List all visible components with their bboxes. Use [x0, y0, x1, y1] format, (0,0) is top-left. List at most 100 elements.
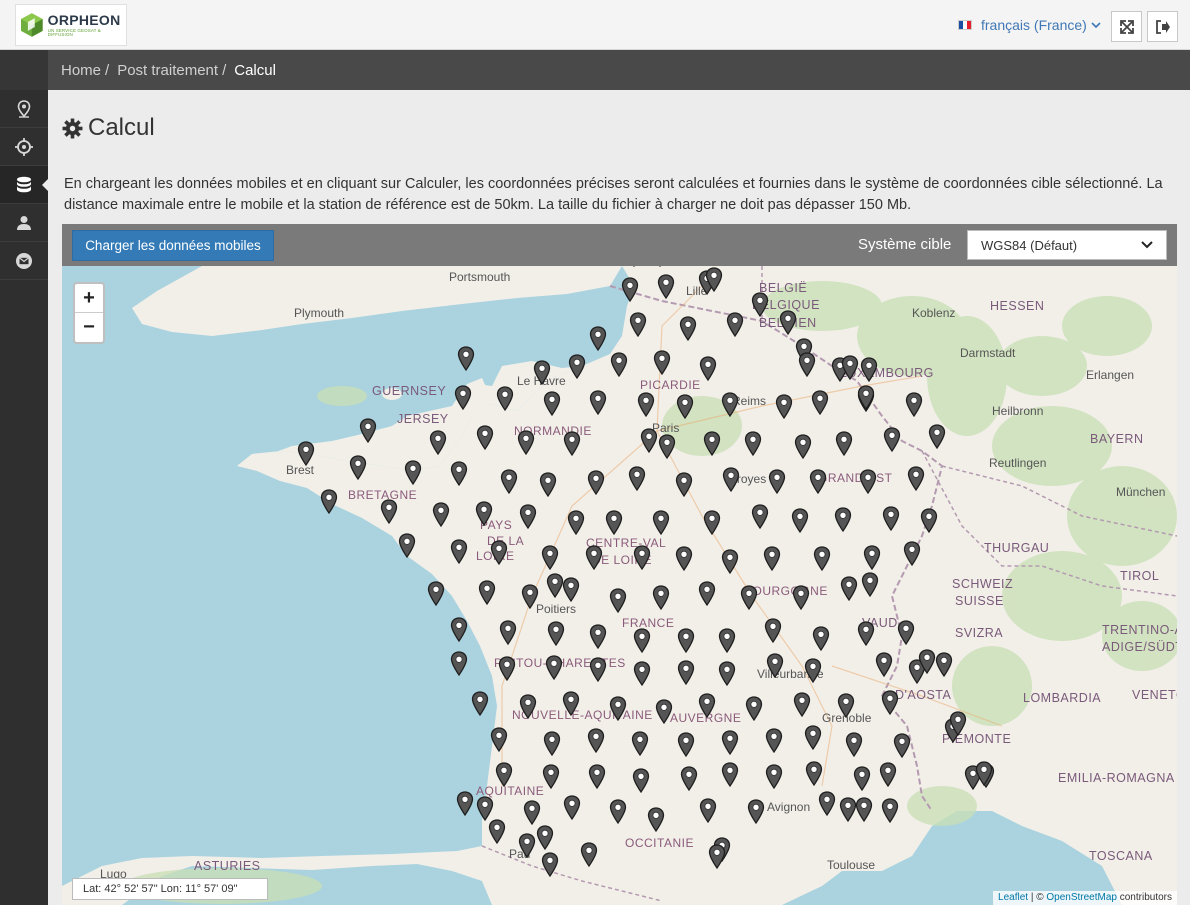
- station-marker-icon[interactable]: [476, 425, 494, 450]
- station-marker-icon[interactable]: [320, 489, 338, 514]
- station-marker-icon[interactable]: [775, 394, 793, 419]
- station-marker-icon[interactable]: [518, 833, 536, 858]
- station-marker-icon[interactable]: [488, 819, 506, 844]
- station-marker-icon[interactable]: [675, 546, 693, 571]
- station-marker-icon[interactable]: [562, 577, 580, 602]
- station-marker-icon[interactable]: [547, 621, 565, 646]
- station-marker-icon[interactable]: [498, 656, 516, 681]
- station-marker-icon[interactable]: [652, 585, 670, 610]
- station-marker-icon[interactable]: [918, 649, 936, 674]
- station-marker-icon[interactable]: [809, 469, 827, 494]
- station-marker-icon[interactable]: [655, 699, 673, 724]
- station-marker-icon[interactable]: [834, 507, 852, 532]
- station-marker-icon[interactable]: [567, 510, 585, 535]
- station-marker-icon[interactable]: [657, 274, 675, 299]
- station-marker-icon[interactable]: [633, 628, 651, 653]
- station-marker-icon[interactable]: [545, 655, 563, 680]
- station-marker-icon[interactable]: [855, 797, 873, 822]
- station-marker-icon[interactable]: [768, 469, 786, 494]
- station-marker-icon[interactable]: [380, 499, 398, 524]
- station-marker-icon[interactable]: [610, 352, 628, 377]
- station-marker-icon[interactable]: [450, 617, 468, 642]
- station-marker-icon[interactable]: [751, 292, 769, 317]
- station-marker-icon[interactable]: [500, 469, 518, 494]
- station-marker-icon[interactable]: [562, 691, 580, 716]
- station-marker-icon[interactable]: [859, 469, 877, 494]
- station-marker-icon[interactable]: [543, 391, 561, 416]
- station-marker-icon[interactable]: [680, 766, 698, 791]
- station-marker-icon[interactable]: [589, 624, 607, 649]
- station-marker-icon[interactable]: [640, 428, 658, 453]
- station-marker-icon[interactable]: [837, 693, 855, 718]
- station-marker-icon[interactable]: [811, 390, 829, 415]
- station-marker-icon[interactable]: [903, 541, 921, 566]
- station-marker-icon[interactable]: [721, 730, 739, 755]
- station-marker-icon[interactable]: [907, 466, 925, 491]
- station-marker-icon[interactable]: [804, 725, 822, 750]
- station-marker-icon[interactable]: [699, 356, 717, 381]
- station-marker-icon[interactable]: [456, 791, 474, 816]
- station-marker-icon[interactable]: [857, 385, 875, 410]
- station-marker-icon[interactable]: [450, 651, 468, 676]
- station-marker-icon[interactable]: [609, 588, 627, 613]
- station-marker-icon[interactable]: [539, 472, 557, 497]
- osm-link[interactable]: OpenStreetMap: [1046, 892, 1117, 903]
- zoom-in-button[interactable]: +: [75, 284, 103, 313]
- station-marker-icon[interactable]: [605, 510, 623, 535]
- station-marker-icon[interactable]: [679, 316, 697, 341]
- station-marker-icon[interactable]: [744, 431, 762, 456]
- station-marker-icon[interactable]: [676, 394, 694, 419]
- station-marker-icon[interactable]: [721, 762, 739, 787]
- station-marker-icon[interactable]: [703, 510, 721, 535]
- leaflet-link[interactable]: Leaflet: [998, 892, 1028, 903]
- station-marker-icon[interactable]: [568, 354, 586, 379]
- station-marker-icon[interactable]: [860, 357, 878, 382]
- station-marker-icon[interactable]: [496, 386, 514, 411]
- station-marker-icon[interactable]: [708, 844, 726, 869]
- station-marker-icon[interactable]: [628, 466, 646, 491]
- station-marker-icon[interactable]: [398, 533, 416, 558]
- station-marker-icon[interactable]: [631, 731, 649, 756]
- station-marker-icon[interactable]: [875, 652, 893, 677]
- station-marker-icon[interactable]: [543, 731, 561, 756]
- station-marker-icon[interactable]: [740, 585, 758, 610]
- station-marker-icon[interactable]: [536, 825, 554, 850]
- zoom-out-button[interactable]: −: [75, 313, 103, 342]
- target-system-select[interactable]: WGS84 (Défaut): [967, 230, 1167, 260]
- station-marker-icon[interactable]: [675, 472, 693, 497]
- station-marker-icon[interactable]: [920, 508, 938, 533]
- station-marker-icon[interactable]: [429, 430, 447, 455]
- station-marker-icon[interactable]: [432, 502, 450, 527]
- station-marker-icon[interactable]: [580, 842, 598, 867]
- station-marker-icon[interactable]: [677, 732, 695, 757]
- sidebar-item-positioning[interactable]: [0, 128, 48, 166]
- station-marker-icon[interactable]: [794, 434, 812, 459]
- station-marker-icon[interactable]: [658, 434, 676, 459]
- station-marker-icon[interactable]: [476, 796, 494, 821]
- station-marker-icon[interactable]: [652, 510, 670, 535]
- station-marker-icon[interactable]: [427, 581, 445, 606]
- logo[interactable]: ORPHEON UN SERVICE GEOSAT & DIFFUSION: [15, 4, 127, 46]
- station-marker-icon[interactable]: [457, 346, 475, 371]
- station-marker-icon[interactable]: [718, 628, 736, 653]
- breadcrumb-post-traitement[interactable]: Post traitement: [117, 62, 218, 79]
- station-marker-icon[interactable]: [726, 312, 744, 337]
- station-marker-icon[interactable]: [747, 799, 765, 824]
- station-marker-icon[interactable]: [523, 800, 541, 825]
- station-marker-icon[interactable]: [359, 418, 377, 443]
- station-marker-icon[interactable]: [621, 277, 639, 302]
- station-marker-icon[interactable]: [517, 430, 535, 455]
- station-marker-icon[interactable]: [633, 545, 651, 570]
- station-marker-icon[interactable]: [897, 620, 915, 645]
- station-marker-icon[interactable]: [805, 761, 823, 786]
- station-marker-icon[interactable]: [542, 764, 560, 789]
- station-marker-icon[interactable]: [637, 392, 655, 417]
- station-marker-icon[interactable]: [703, 431, 721, 456]
- station-marker-icon[interactable]: [705, 267, 723, 292]
- station-marker-icon[interactable]: [519, 504, 537, 529]
- breadcrumb-home[interactable]: Home: [61, 62, 101, 79]
- station-marker-icon[interactable]: [879, 762, 897, 787]
- station-marker-icon[interactable]: [563, 431, 581, 456]
- station-marker-icon[interactable]: [499, 620, 517, 645]
- station-marker-icon[interactable]: [589, 390, 607, 415]
